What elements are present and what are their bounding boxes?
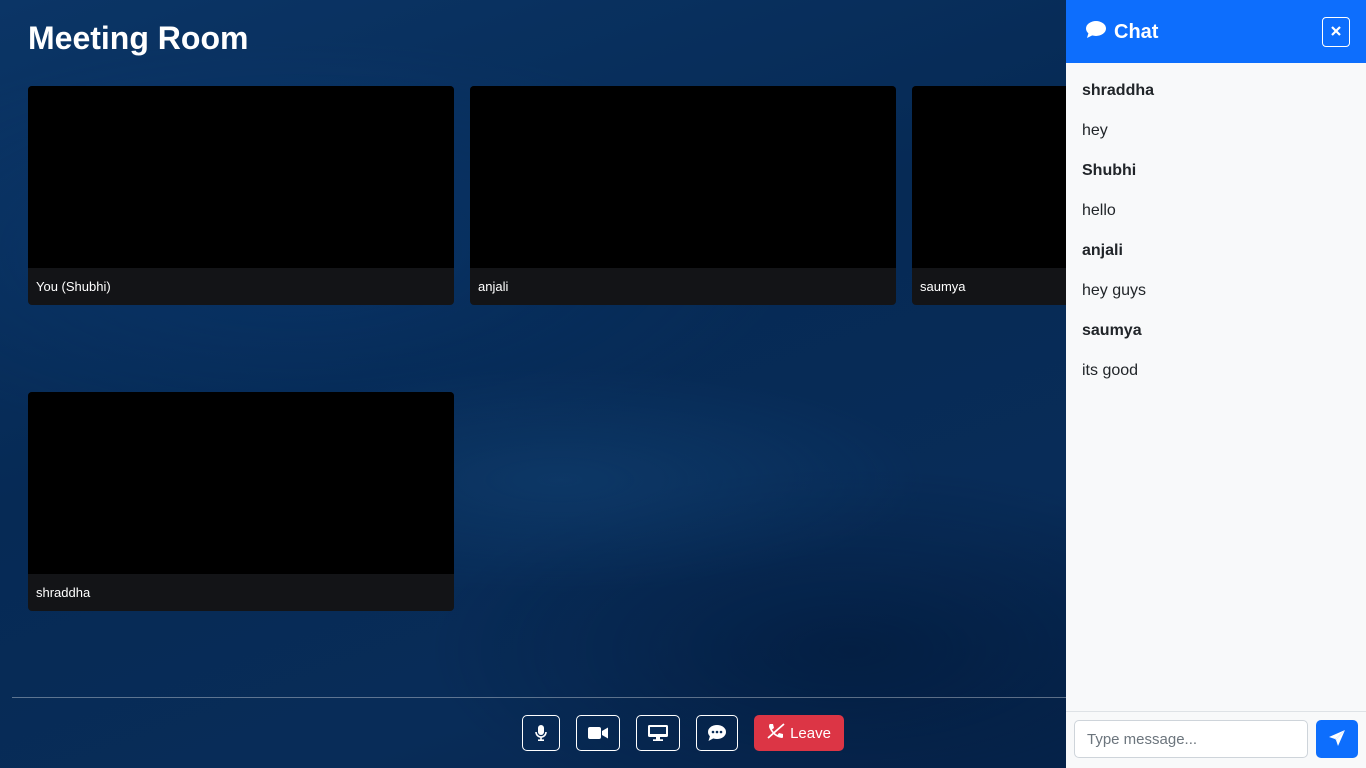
- video-feed: [28, 86, 454, 268]
- close-icon: [1331, 23, 1341, 41]
- participant-name: You (Shubhi): [36, 279, 111, 294]
- video-tile[interactable]: anjali: [470, 86, 896, 305]
- message-sender: anjali: [1082, 242, 1123, 259]
- video-feed: [28, 392, 454, 574]
- paper-plane-icon: [1328, 729, 1346, 750]
- meeting-area: Meeting Room You (Shubhi) anjali saumya …: [0, 0, 1066, 768]
- chat-title: Chat: [1114, 20, 1159, 43]
- leave-label: Leave: [790, 724, 831, 742]
- camera-toggle-button[interactable]: [576, 715, 620, 751]
- phone-hangup-icon: [767, 723, 785, 743]
- message-sender: Shubhi: [1082, 162, 1137, 179]
- message-text: hey: [1082, 122, 1108, 139]
- participant-name: anjali: [478, 279, 509, 294]
- mic-toggle-button[interactable]: [522, 715, 560, 751]
- screen-share-button[interactable]: [636, 715, 680, 751]
- video-feed: [912, 86, 1066, 268]
- participant-name: shraddha: [36, 585, 91, 600]
- message-sender: shraddha: [1082, 82, 1155, 99]
- chat-header: Chat: [1066, 0, 1366, 63]
- video-camera-icon: [588, 726, 608, 740]
- chat-bubble-icon: [1086, 20, 1106, 44]
- message-text: hey guys: [1082, 282, 1147, 299]
- participant-name: saumya: [920, 279, 966, 294]
- message-text: hello: [1082, 202, 1116, 219]
- control-bar-divider: [12, 697, 1066, 698]
- message-text: its good: [1082, 362, 1139, 379]
- message-sender: saumya: [1082, 322, 1142, 339]
- close-chat-button[interactable]: [1322, 17, 1350, 47]
- leave-button[interactable]: Leave: [754, 715, 844, 751]
- video-feed: [470, 86, 896, 268]
- chat-panel: Chat shraddha hey Shubhi hello anjali he…: [1066, 0, 1366, 768]
- microphone-icon: [535, 725, 547, 741]
- video-tile[interactable]: You (Shubhi): [28, 86, 454, 305]
- page-title: Meeting Room: [28, 20, 249, 56]
- desktop-monitor-icon: [648, 725, 668, 741]
- chat-footer: [1066, 711, 1366, 768]
- chat-bubble-icon: [708, 725, 726, 741]
- chat-message-list: shraddha hey Shubhi hello anjali hey guy…: [1082, 71, 1350, 391]
- chat-toggle-button[interactable]: [696, 715, 738, 751]
- send-button[interactable]: [1316, 720, 1358, 758]
- video-tile[interactable]: saumya: [912, 86, 1066, 305]
- video-tile[interactable]: shraddha: [28, 392, 454, 611]
- message-input[interactable]: [1074, 720, 1308, 758]
